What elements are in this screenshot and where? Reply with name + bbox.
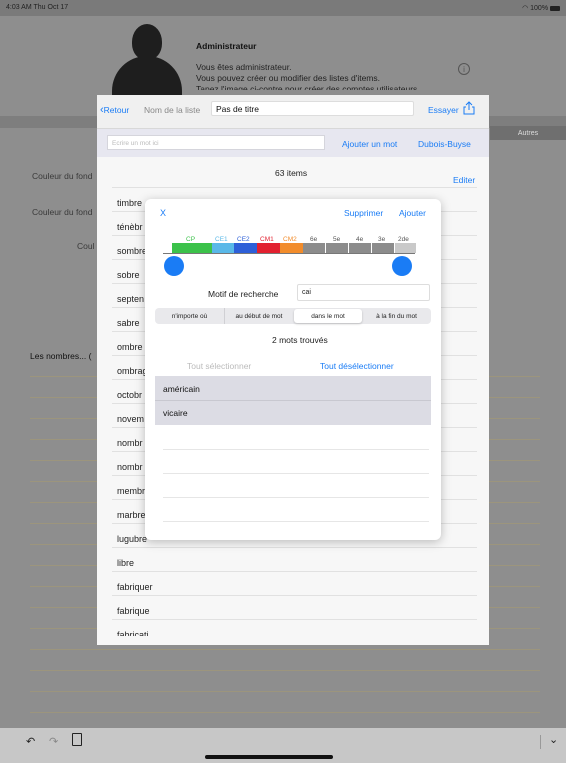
chevron-down-icon[interactable]: ⌄ [549, 733, 558, 746]
pattern-input[interactable]: cai [297, 284, 430, 301]
try-button[interactable]: Essayer [428, 105, 459, 115]
list-item[interactable]: marbre [117, 510, 146, 520]
level-range-min-handle[interactable] [164, 256, 184, 276]
status-time: 4:03 AM Thu Oct 17 [6, 4, 69, 11]
list-item[interactable]: timbre [117, 198, 142, 208]
select-all-button[interactable]: Tout sélectionner [187, 361, 251, 371]
level-label-3e: 3e [378, 236, 386, 243]
status-bar: 4:03 AM Thu Oct 17 ◠ 100% [0, 0, 566, 16]
list-item[interactable]: septen [117, 294, 144, 304]
list-item[interactable]: libre [117, 558, 134, 568]
list-item[interactable]: fabriquer [117, 582, 153, 592]
list-item[interactable]: ombre [117, 342, 143, 352]
status-battery: ◠ 100% [522, 4, 560, 12]
level-label-cm1: CM1 [260, 236, 274, 243]
level-label-cm2: CM2 [283, 236, 297, 243]
segment-in-word[interactable]: dans le mot [294, 309, 362, 323]
list-name-label: Nom de la liste [144, 105, 201, 115]
level-bar-2de [395, 243, 416, 253]
word-input[interactable]: Ecrire un mot ici [107, 135, 325, 150]
pattern-label: Motif de recherche [208, 289, 279, 299]
home-indicator [205, 755, 333, 759]
background-tab-autres[interactable]: Autres [490, 126, 566, 140]
admin-title: Administrateur [196, 41, 257, 51]
list-item[interactable]: sabre [117, 318, 140, 328]
admin-description: Vous êtes administrateur. Vous pouvez cr… [196, 62, 418, 90]
back-button[interactable]: ‹Retour [100, 104, 129, 116]
share-icon[interactable] [463, 101, 475, 115]
list-name-input[interactable]: Pas de titre [211, 101, 414, 116]
level-label-ce1: CE1 [215, 236, 228, 243]
level-bar-ce1 [212, 243, 234, 253]
list-item[interactable]: nombr [117, 438, 143, 448]
level-bar-cm1 [257, 243, 280, 253]
item-count: 63 items [275, 168, 308, 178]
edit-button[interactable]: Editer [453, 175, 475, 185]
level-bar-cm2 [280, 243, 303, 253]
info-icon[interactable]: i [458, 63, 470, 75]
list-item[interactable]: membr [117, 486, 145, 496]
deselect-all-button[interactable]: Tout désélectionner [320, 361, 394, 371]
level-label-ce2: CE2 [237, 236, 250, 243]
close-button[interactable]: X [160, 208, 166, 218]
segment-anywhere[interactable]: n'importe où [155, 308, 224, 324]
level-bar-6e [303, 243, 325, 253]
list-item[interactable]: novem [117, 414, 144, 424]
bg-label-couleur: Coul [77, 241, 95, 251]
redo-icon[interactable]: ↷ [49, 735, 58, 748]
add-word-button[interactable]: Ajouter un mot [342, 139, 397, 149]
level-label-2de: 2de [398, 236, 409, 243]
list-item[interactable]: octobr [117, 390, 142, 400]
admin-avatar-icon[interactable] [132, 24, 162, 60]
list-item[interactable]: ténèbr [117, 222, 143, 232]
level-label-5e: 5e [333, 236, 341, 243]
level-bar-4e [349, 243, 371, 253]
list-item[interactable]: sobre [117, 270, 140, 280]
level-label-6e: 6e [310, 236, 318, 243]
level-bar-5e [326, 243, 348, 253]
battery-icon [550, 5, 560, 11]
level-label-4e: 4e [356, 236, 364, 243]
level-bar-ce2 [234, 243, 257, 253]
bg-label-couleur-fond-1: Couleur du fond [32, 171, 93, 181]
list-item[interactable]: fabrique [117, 606, 150, 616]
result-item[interactable]: vicaire [155, 401, 431, 425]
result-item[interactable]: américain [155, 376, 431, 401]
delete-button[interactable]: Supprimer [344, 208, 383, 218]
list-item[interactable]: lugubre [117, 534, 147, 544]
level-bar-cp [172, 243, 212, 253]
level-bar-3e [372, 243, 394, 253]
bg-label-les-nombres: Les nombres... ( [30, 351, 92, 361]
list-item[interactable]: nombr [117, 462, 143, 472]
segment-word-end[interactable]: à la fin du mot [362, 308, 431, 324]
list-item[interactable]: fabricati [117, 630, 149, 636]
level-range-max-handle[interactable] [392, 256, 412, 276]
words-found-count: 2 mots trouvés [272, 335, 328, 345]
list-item[interactable]: sombre [117, 246, 147, 256]
add-button[interactable]: Ajouter [399, 208, 426, 218]
paste-icon[interactable] [72, 733, 82, 746]
bg-label-couleur-fond-2: Couleur du fond [32, 207, 93, 217]
dubois-buyse-button[interactable]: Dubois-Buyse [418, 139, 471, 149]
level-label-cp: CP [186, 236, 196, 243]
undo-icon[interactable]: ↶ [26, 735, 35, 748]
segment-word-start[interactable]: au début de mot [224, 308, 293, 324]
wifi-icon: ◠ [522, 5, 529, 12]
